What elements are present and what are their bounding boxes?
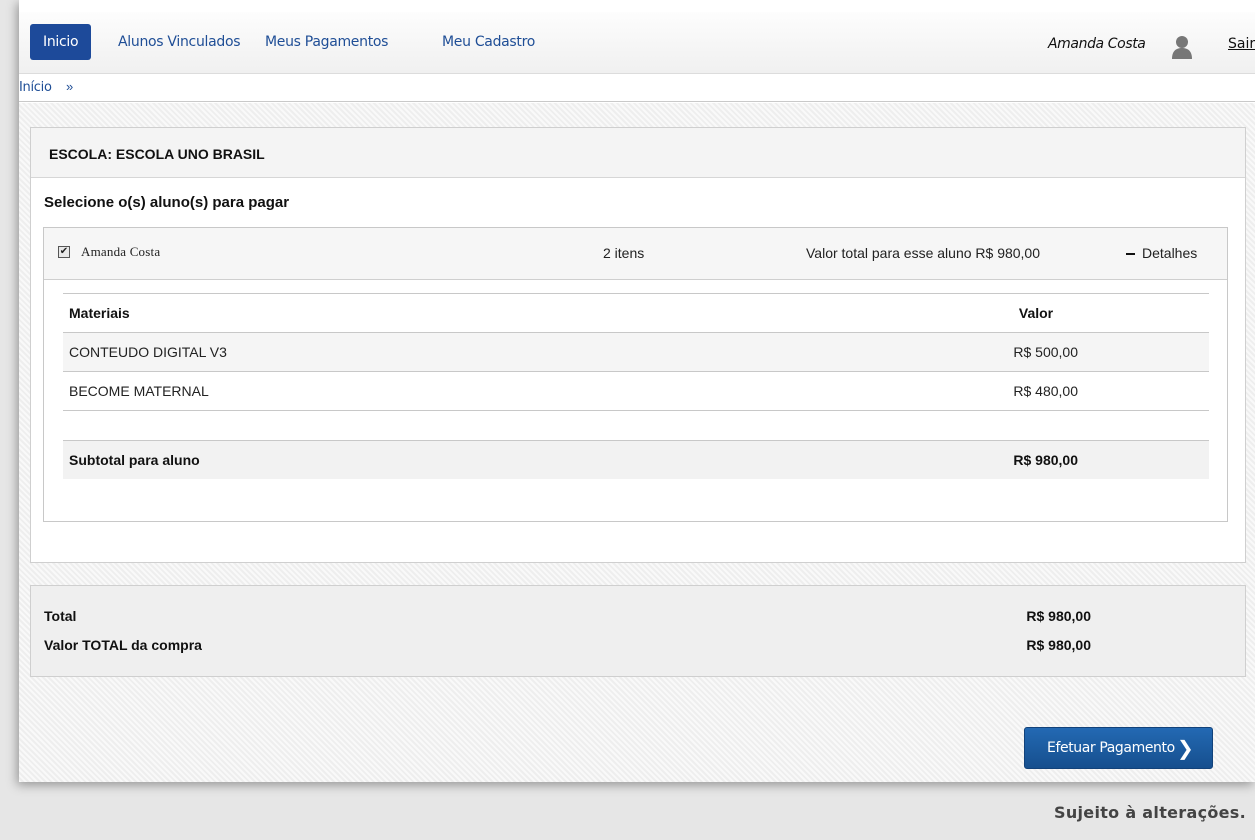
pay-button-label: Efetuar Pagamento xyxy=(1047,740,1175,756)
user-icon xyxy=(1172,36,1192,59)
student-name: Amanda Costa xyxy=(81,244,161,259)
breadcrumb-home-link[interactable]: Início xyxy=(19,80,52,95)
materials-header-value: Valor xyxy=(1018,305,1054,321)
grand-total-label: Valor TOTAL da compra xyxy=(44,637,202,653)
student-items-count: 2 itens xyxy=(603,245,645,261)
app-window: Inicio Alunos Vinculados Meus Pagamentos… xyxy=(19,0,1255,782)
nav-meu-cadastro[interactable]: Meu Cadastro xyxy=(430,24,547,60)
student-box: ✔ Amanda Costa 2 itens Valor total para … xyxy=(43,227,1228,522)
student-checkbox[interactable]: ✔ xyxy=(58,246,70,258)
material-name: CONTEUDO DIGITAL V3 xyxy=(69,344,227,360)
nav-meus-pagamentos[interactable]: Meus Pagamentos xyxy=(253,24,400,60)
total-value: R$ 980,00 xyxy=(1026,608,1091,624)
details-label: Detalhes xyxy=(1142,245,1198,261)
breadcrumb-separator: » xyxy=(66,79,74,94)
student-row: ✔ Amanda Costa 2 itens Valor total para … xyxy=(44,228,1227,280)
nav-alunos-vinculados[interactable]: Alunos Vinculados xyxy=(106,24,252,60)
select-students-title: Selecione o(s) aluno(s) para pagar xyxy=(44,194,290,211)
totals-panel: Total R$ 980,00 Valor TOTAL da compra R$… xyxy=(30,585,1246,677)
chevron-right-icon: ❯ xyxy=(1177,736,1194,760)
material-value: R$ 500,00 xyxy=(1013,344,1078,360)
school-title: ESCOLA: ESCOLA UNO BRASIL xyxy=(49,146,265,162)
nav-inicio[interactable]: Inicio xyxy=(30,24,92,60)
pay-button[interactable]: Efetuar Pagamento ❯ xyxy=(1024,727,1213,769)
table-row: CONTEUDO DIGITAL V3 R$ 500,00 xyxy=(63,333,1209,372)
total-label: Total xyxy=(44,608,77,624)
minus-icon xyxy=(1126,253,1135,256)
table-row: BECOME MATERNAL R$ 480,00 xyxy=(63,372,1209,411)
school-header: ESCOLA: ESCOLA UNO BRASIL xyxy=(31,128,1245,178)
footer-note: Sujeito à alterações. xyxy=(1054,803,1247,822)
logout-link[interactable]: Sair xyxy=(1228,36,1255,52)
school-panel: ESCOLA: ESCOLA UNO BRASIL Selecione o(s)… xyxy=(30,127,1246,563)
materials-table: Materiais Valor CONTEUDO DIGITAL V3 R$ 5… xyxy=(63,293,1209,479)
table-spacer xyxy=(63,411,1209,441)
materials-header-row: Materiais Valor xyxy=(63,293,1209,333)
details-toggle[interactable]: Detalhes xyxy=(1126,245,1197,261)
material-value: R$ 480,00 xyxy=(1013,383,1078,399)
student-total: Valor total para esse aluno R$ 980,00 xyxy=(806,245,1041,261)
top-navbar: Inicio Alunos Vinculados Meus Pagamentos… xyxy=(19,12,1255,74)
material-name: BECOME MATERNAL xyxy=(69,383,209,399)
subtotal-label: Subtotal para aluno xyxy=(69,452,200,468)
user-name: Amanda Costa xyxy=(1048,36,1146,52)
grand-total-value: R$ 980,00 xyxy=(1026,637,1091,653)
subtotal-value: R$ 980,00 xyxy=(1013,452,1078,468)
materials-header-name: Materiais xyxy=(69,305,130,321)
subtotal-row: Subtotal para aluno R$ 980,00 xyxy=(63,441,1209,479)
breadcrumb: Início » xyxy=(19,74,1255,102)
